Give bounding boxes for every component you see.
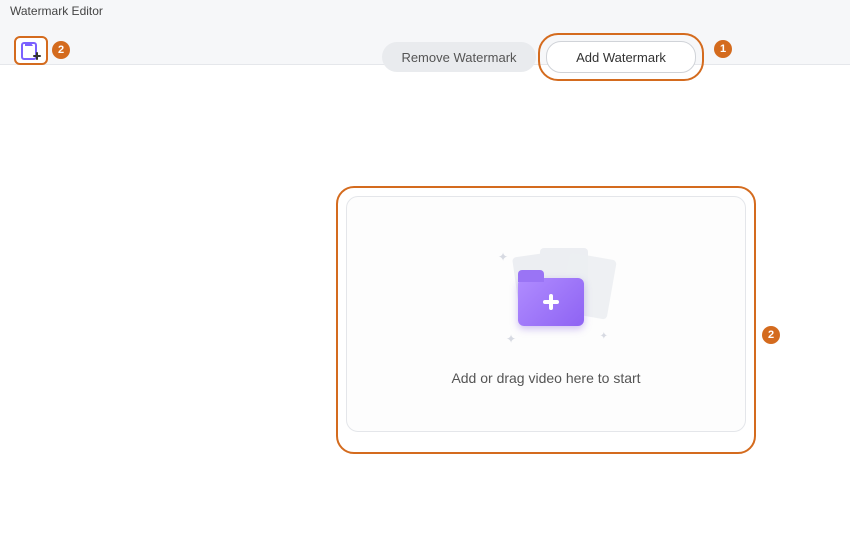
annotation-highlight-dropzone: ✦ ✦ ✦ Add or drag video here to start xyxy=(336,186,756,454)
folder-plus-icon xyxy=(518,278,584,326)
annotation-badge-2-dropzone: 2 xyxy=(762,326,780,344)
tab-remove-label: Remove Watermark xyxy=(401,50,516,65)
add-file-icon xyxy=(21,42,41,60)
plus-icon xyxy=(543,294,559,310)
sparkle-icon: ✦ xyxy=(506,332,516,346)
tab-add-label: Add Watermark xyxy=(576,50,666,65)
header-bar: Watermark Editor 2 Remove Watermark xyxy=(0,0,850,65)
dropzone-prompt: Add or drag video here to start xyxy=(451,370,640,386)
annotation-highlight-add-tab: Add Watermark xyxy=(538,33,704,81)
add-file-button[interactable] xyxy=(14,36,48,65)
sparkle-icon: ✦ xyxy=(600,331,608,342)
watermark-tab-group: Remove Watermark Add Watermark xyxy=(382,33,704,81)
annotation-badge-2-header: 2 xyxy=(52,41,70,59)
tab-remove-watermark[interactable]: Remove Watermark xyxy=(382,42,536,72)
app-root: Watermark Editor 2 Remove Watermark xyxy=(0,0,850,540)
video-dropzone[interactable]: ✦ ✦ ✦ Add or drag video here to start xyxy=(346,196,746,432)
dropzone-illustration: ✦ ✦ ✦ xyxy=(466,242,626,352)
sparkle-icon: ✦ xyxy=(498,250,508,264)
annotation-badge-1: 1 xyxy=(714,40,732,58)
tab-add-watermark[interactable]: Add Watermark xyxy=(546,41,696,73)
window-title: Watermark Editor xyxy=(10,4,103,18)
